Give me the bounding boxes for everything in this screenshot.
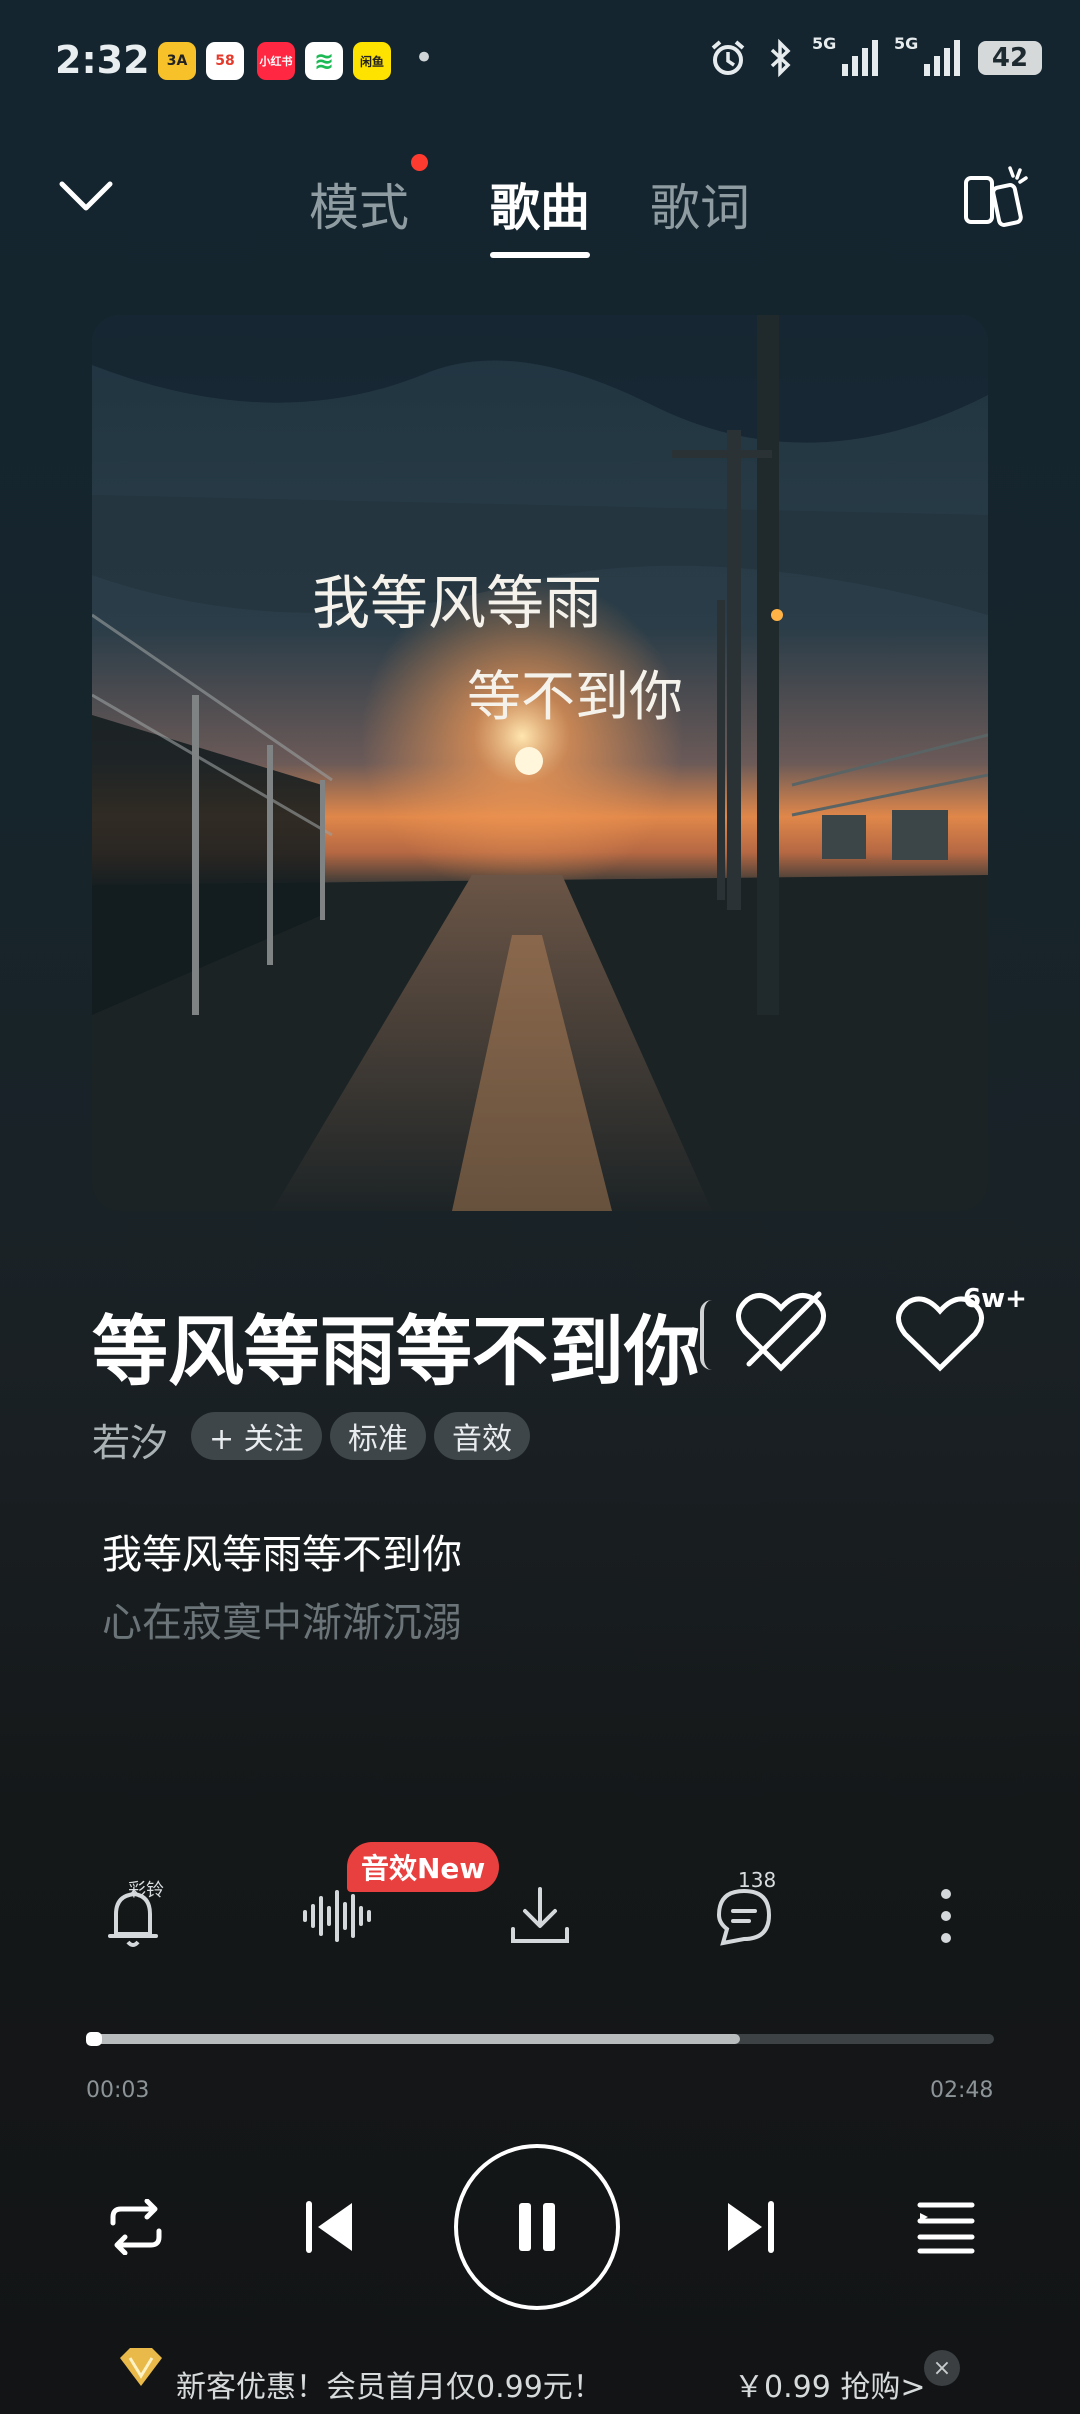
progress-fill	[86, 2034, 740, 2044]
promo-text[interactable]: 新客优惠！会员首月仅0.99元！	[176, 2362, 603, 2406]
follow-button[interactable]: + 关注	[191, 1412, 322, 1460]
next-lyric-line[interactable]: 心在寂寞中渐渐沉溺	[102, 1590, 462, 1648]
signal-2: 5G	[894, 34, 960, 76]
album-artwork: 我等风等雨 等不到你	[92, 315, 988, 1211]
album-cover[interactable]: 我等风等雨 等不到你	[92, 315, 988, 1211]
comment-count: 138	[738, 1868, 777, 1892]
next-icon	[728, 2201, 774, 2253]
tab-lyrics[interactable]: 歌词	[650, 168, 750, 240]
dislike-heart-icon[interactable]	[735, 1290, 827, 1374]
download-button[interactable]	[500, 1876, 580, 1956]
artist-name[interactable]: 若汐	[92, 1412, 168, 1467]
progress-handle[interactable]	[86, 2032, 102, 2046]
device-connect-icon[interactable]	[960, 162, 1032, 234]
signal-bar	[872, 40, 878, 76]
title-fade	[700, 1300, 724, 1370]
signal-bar	[934, 56, 940, 76]
song-title: 等风等雨等不到你	[92, 1307, 700, 1396]
playlist-icon	[917, 2202, 975, 2254]
app-58-icon: 58	[206, 42, 244, 80]
vip-diamond-icon	[120, 2348, 162, 2386]
bluetooth-icon	[770, 38, 791, 78]
total-time: 02:48	[930, 2078, 994, 2103]
effect-tag[interactable]: 音效	[434, 1412, 530, 1460]
promo-close-button[interactable]: ×	[924, 2350, 960, 2386]
signal-bar	[954, 40, 960, 76]
like-count: 6w+	[963, 1284, 1027, 1314]
app-3a-icon: 3A	[158, 42, 196, 80]
previous-button[interactable]	[290, 2172, 370, 2282]
battery-indicator: 42	[978, 41, 1042, 75]
status-time: 2:32	[55, 38, 150, 82]
pause-icon	[519, 2203, 555, 2251]
current-lyric-line[interactable]: 我等风等雨等不到你	[102, 1522, 462, 1580]
tab-mode[interactable]: 模式	[309, 168, 409, 240]
alarm-icon	[711, 40, 745, 75]
waveform-icon	[303, 1890, 371, 1942]
current-time: 00:03	[86, 2078, 150, 2103]
notification-dot	[411, 154, 428, 171]
status-right: 5G 5G 42	[708, 34, 1042, 78]
app-xiaohongshu-icon: 小红书	[257, 42, 295, 80]
ringtone-label: 彩铃	[128, 1880, 164, 1901]
comment-icon	[716, 1888, 772, 1946]
chevron-down-icon[interactable]	[56, 176, 116, 216]
tab-song[interactable]: 歌曲	[490, 168, 590, 240]
repeat-button[interactable]	[96, 2172, 176, 2282]
signal-bar	[842, 64, 848, 76]
more-vertical-icon	[941, 1889, 951, 1943]
playlist-button[interactable]	[906, 2172, 986, 2282]
next-button[interactable]	[710, 2172, 790, 2282]
app-spotify-icon: ≋	[305, 42, 343, 80]
album-overlay-line1: 我等风等雨	[312, 569, 602, 637]
status-more-dot: •	[414, 38, 435, 78]
signal-bar	[852, 56, 858, 76]
more-options-button[interactable]	[906, 1876, 986, 1956]
effect-new-badge: 音效New	[347, 1842, 500, 1892]
signal-1: 5G	[812, 34, 878, 76]
repeat-icon	[110, 2199, 162, 2255]
quality-button[interactable]: 标准	[330, 1412, 426, 1460]
network-label: 5G	[812, 34, 837, 53]
promo-buy-link[interactable]: ￥0.99 抢购>	[734, 2362, 925, 2406]
download-icon	[511, 1887, 569, 1943]
signal-bar	[924, 64, 930, 76]
app-xianyu-icon: 闲鱼	[353, 42, 391, 80]
album-overlay-line2: 等不到你	[467, 665, 683, 728]
network-label: 5G	[894, 34, 919, 53]
signal-bar	[944, 48, 950, 76]
pause-button[interactable]	[454, 2144, 620, 2310]
previous-icon	[306, 2201, 352, 2253]
tab-active-indicator	[490, 252, 590, 258]
signal-bar	[862, 48, 868, 76]
